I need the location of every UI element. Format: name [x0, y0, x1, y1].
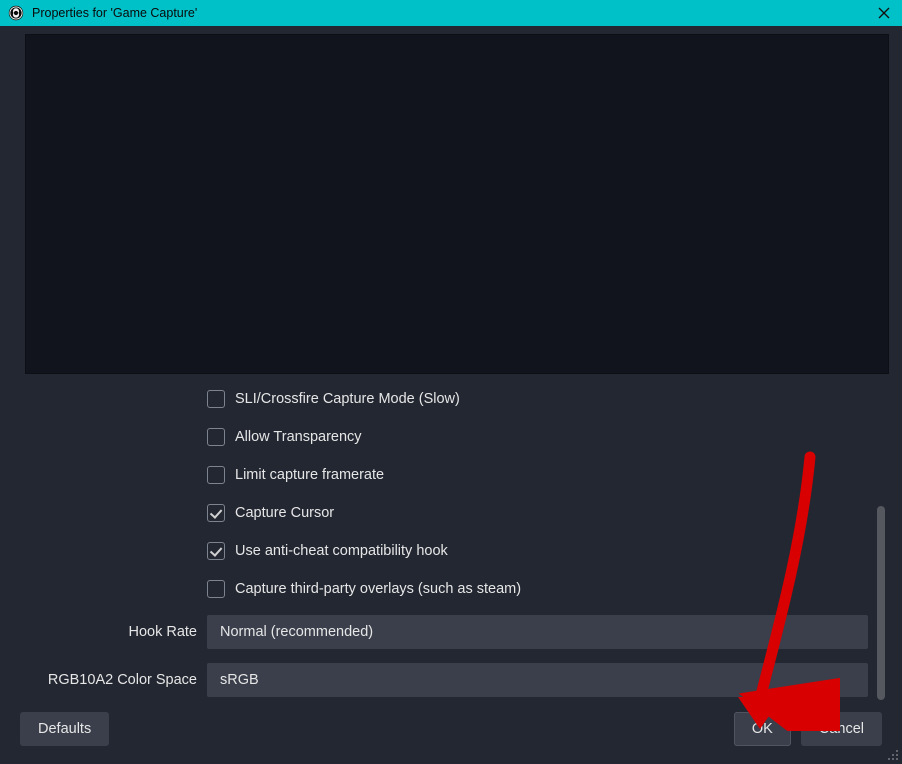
checkbox-cursor[interactable] [207, 504, 225, 522]
label-transparency[interactable]: Allow Transparency [235, 429, 362, 445]
select-color-space[interactable]: sRGB [207, 663, 868, 697]
label-sli[interactable]: SLI/Crossfire Capture Mode (Slow) [235, 391, 460, 407]
label-cursor[interactable]: Capture Cursor [235, 505, 334, 521]
label-anticheat[interactable]: Use anti-cheat compatibility hook [235, 543, 448, 559]
options-list: SLI/Crossfire Capture Mode (Slow) Allow … [0, 380, 868, 704]
row-color-space: RGB10A2 Color Space sRGB [0, 656, 868, 704]
label-overlays[interactable]: Capture third-party overlays (such as st… [235, 581, 521, 597]
cancel-button[interactable]: Cancel [801, 712, 882, 746]
option-anticheat: Use anti-cheat compatibility hook [0, 532, 868, 570]
checkbox-overlays[interactable] [207, 580, 225, 598]
defaults-button[interactable]: Defaults [20, 712, 109, 746]
checkbox-anticheat[interactable] [207, 542, 225, 560]
option-transparency: Allow Transparency [0, 418, 868, 456]
select-hook-rate[interactable]: Normal (recommended) [207, 615, 868, 649]
select-color-space-value: sRGB [220, 672, 259, 688]
select-hook-rate-value: Normal (recommended) [220, 624, 373, 640]
titlebar: Properties for 'Game Capture' [0, 0, 902, 26]
preview-area [25, 34, 889, 374]
scrollbar[interactable] [877, 506, 885, 700]
obs-icon [8, 5, 24, 21]
checkbox-sli[interactable] [207, 390, 225, 408]
option-cursor: Capture Cursor [0, 494, 868, 532]
dialog-body: SLI/Crossfire Capture Mode (Slow) Allow … [0, 26, 902, 764]
window-title: Properties for 'Game Capture' [32, 0, 872, 26]
option-sli: SLI/Crossfire Capture Mode (Slow) [0, 380, 868, 418]
row-hook-rate: Hook Rate Normal (recommended) [0, 608, 868, 656]
ok-button[interactable]: OK [734, 712, 791, 746]
resize-grip[interactable] [884, 746, 898, 760]
checkbox-limitfps[interactable] [207, 466, 225, 484]
footer: Defaults OK Cancel [20, 712, 882, 746]
label-hook-rate: Hook Rate [0, 624, 207, 640]
option-limitfps: Limit capture framerate [0, 456, 868, 494]
checkbox-transparency[interactable] [207, 428, 225, 446]
close-icon [877, 6, 891, 20]
option-overlays: Capture third-party overlays (such as st… [0, 570, 868, 608]
label-color-space: RGB10A2 Color Space [0, 672, 207, 688]
close-button[interactable] [872, 1, 896, 25]
label-limitfps[interactable]: Limit capture framerate [235, 467, 384, 483]
